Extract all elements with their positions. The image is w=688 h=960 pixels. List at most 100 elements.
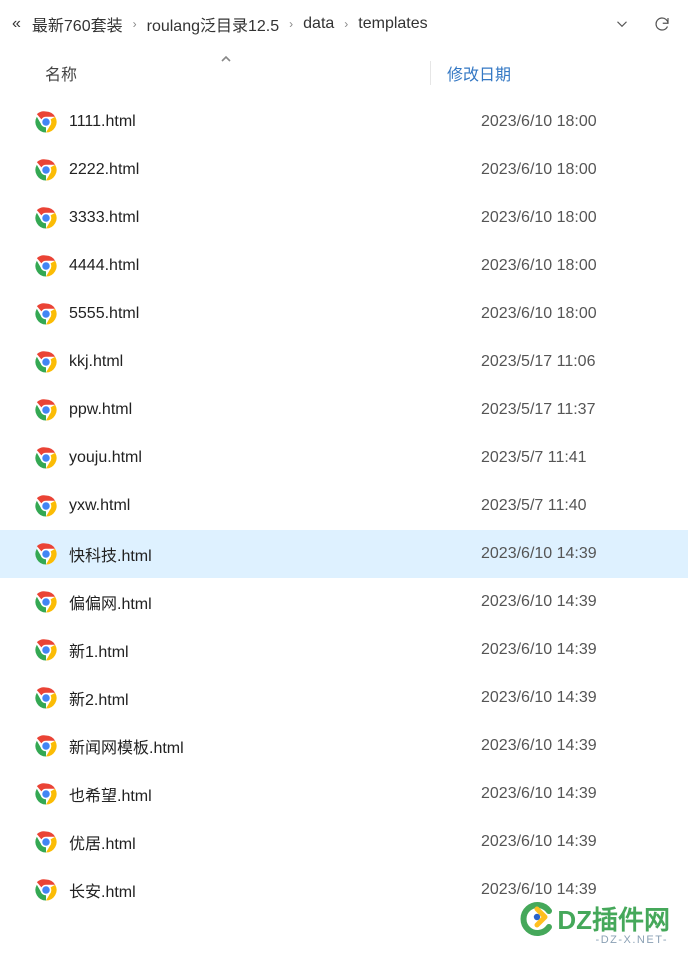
file-row[interactable]: 5555.html 2023/6/10 18:00	[0, 290, 688, 338]
file-date-label: 2023/6/10 14:39	[481, 833, 597, 850]
file-name-label: 快科技.html	[69, 542, 152, 566]
file-name-label: 新2.html	[69, 686, 129, 710]
breadcrumb-item-2[interactable]: data	[303, 15, 334, 33]
file-date-label: 2023/5/7 11:40	[481, 497, 587, 514]
file-date-cell: 2023/6/10 18:00	[465, 161, 688, 179]
file-date-label: 2023/6/10 18:00	[481, 209, 597, 226]
chrome-html-icon	[35, 207, 57, 229]
breadcrumb-item-1[interactable]: roulang泛目录12.5	[147, 12, 280, 36]
file-name-cell: kkj.html	[35, 351, 465, 373]
chrome-html-icon	[35, 687, 57, 709]
breadcrumb-overflow[interactable]: «	[12, 15, 22, 33]
file-name-cell: 3333.html	[35, 207, 465, 229]
file-row[interactable]: kkj.html 2023/5/17 11:06	[0, 338, 688, 386]
chrome-html-icon	[35, 351, 57, 373]
column-header-name[interactable]: 名称	[0, 61, 430, 85]
file-date-label: 2023/6/10 14:39	[481, 785, 597, 802]
file-name-label: 新1.html	[69, 638, 129, 662]
chrome-html-icon	[35, 879, 57, 901]
refresh-icon	[653, 15, 671, 33]
file-row[interactable]: 新1.html 2023/6/10 14:39	[0, 626, 688, 674]
file-name-cell: 新闻网模板.html	[35, 734, 465, 758]
chrome-html-icon	[35, 783, 57, 805]
file-date-cell: 2023/6/10 14:39	[465, 641, 688, 659]
file-name-label: 3333.html	[69, 209, 139, 227]
address-bar: « 最新760套装 › roulang泛目录12.5 › data › temp…	[0, 0, 688, 48]
breadcrumb: « 最新760套装 › roulang泛目录12.5 › data › temp…	[12, 12, 596, 36]
file-row[interactable]: 优居.html 2023/6/10 14:39	[0, 818, 688, 866]
breadcrumb-item-3[interactable]: templates	[358, 15, 427, 33]
file-name-cell: yxw.html	[35, 495, 465, 517]
file-date-label: 2023/6/10 14:39	[481, 881, 597, 898]
chrome-html-icon	[35, 735, 57, 757]
file-name-label: 1111.html	[69, 113, 136, 131]
chrome-html-icon	[35, 255, 57, 277]
column-header-date[interactable]: 修改日期	[430, 61, 688, 85]
chevron-down-icon	[613, 15, 631, 33]
file-row[interactable]: 快科技.html 2023/6/10 14:39	[0, 530, 688, 578]
file-row[interactable]: 1111.html 2023/6/10 18:00	[0, 98, 688, 146]
file-name-cell: 也希望.html	[35, 782, 465, 806]
file-name-cell: 5555.html	[35, 303, 465, 325]
column-header-name-label: 名称	[45, 61, 77, 85]
file-name-label: 新闻网模板.html	[69, 734, 184, 758]
watermark: DZ插件网 -DZ-X.NET-	[519, 900, 670, 946]
file-name-cell: 4444.html	[35, 255, 465, 277]
file-name-cell: 新1.html	[35, 638, 465, 662]
file-name-label: 也希望.html	[69, 782, 152, 806]
history-dropdown-button[interactable]	[608, 10, 636, 38]
file-row[interactable]: 新2.html 2023/6/10 14:39	[0, 674, 688, 722]
file-name-label: 优居.html	[69, 830, 136, 854]
file-name-label: 4444.html	[69, 257, 139, 275]
file-name-label: 偏偏网.html	[69, 590, 152, 614]
file-row[interactable]: yxw.html 2023/5/7 11:40	[0, 482, 688, 530]
file-row[interactable]: youju.html 2023/5/7 11:41	[0, 434, 688, 482]
chrome-html-icon	[35, 447, 57, 469]
chrome-html-icon	[35, 159, 57, 181]
file-date-cell: 2023/6/10 14:39	[465, 737, 688, 755]
file-date-cell: 2023/6/10 14:39	[465, 833, 688, 851]
file-row[interactable]: 新闻网模板.html 2023/6/10 14:39	[0, 722, 688, 770]
file-name-label: 长安.html	[69, 878, 136, 902]
file-name-label: yxw.html	[69, 497, 130, 515]
file-name-cell: 新2.html	[35, 686, 465, 710]
column-header-date-label: 修改日期	[447, 61, 511, 85]
breadcrumb-sep: ›	[133, 17, 137, 31]
file-date-label: 2023/6/10 14:39	[481, 689, 597, 706]
file-list: 1111.html 2023/6/10 18:00 2222.html 2023/6/…	[0, 98, 688, 914]
breadcrumb-item-0[interactable]: 最新760套装	[32, 12, 123, 36]
chevron-up-icon	[220, 53, 232, 65]
file-name-cell: 优居.html	[35, 830, 465, 854]
file-row[interactable]: ppw.html2023/5/17 11:37	[0, 386, 688, 434]
file-row[interactable]: 2222.html 2023/6/10 18:00	[0, 146, 688, 194]
file-name-cell: 偏偏网.html	[35, 590, 465, 614]
sort-indicator	[220, 52, 232, 64]
file-date-cell: 2023/5/17 11:06	[465, 353, 688, 371]
watermark-subtext: -DZ-X.NET-	[596, 934, 670, 946]
breadcrumb-sep: ›	[344, 17, 348, 31]
file-date-label: 2023/6/10 18:00	[481, 305, 597, 322]
watermark-logo-icon	[519, 901, 555, 937]
file-name-cell: 1111.html	[35, 111, 465, 133]
file-date-cell: 2023/6/10 14:39	[465, 545, 688, 563]
file-row[interactable]: 4444.html2023/6/10 18:00	[0, 242, 688, 290]
file-date-cell: 2023/6/10 14:39	[465, 593, 688, 611]
watermark-text: DZ插件网	[557, 900, 670, 937]
file-row[interactable]: 偏偏网.html 2023/6/10 14:39	[0, 578, 688, 626]
file-name-cell: 2222.html	[35, 159, 465, 181]
chrome-html-icon	[35, 831, 57, 853]
file-date-cell: 2023/6/10 18:00	[465, 305, 688, 323]
breadcrumb-sep: ›	[289, 17, 293, 31]
file-row[interactable]: 也希望.html 2023/6/10 14:39	[0, 770, 688, 818]
file-date-label: 2023/5/17 11:06	[481, 353, 595, 370]
file-name-label: 5555.html	[69, 305, 139, 323]
file-date-cell: 2023/6/10 18:00	[465, 113, 688, 131]
chrome-html-icon	[35, 639, 57, 661]
file-date-label: 2023/6/10 18:00	[481, 161, 597, 178]
chrome-html-icon	[35, 111, 57, 133]
file-row[interactable]: 3333.html 2023/6/10 18:00	[0, 194, 688, 242]
refresh-button[interactable]	[648, 10, 676, 38]
file-date-label: 2023/5/7 11:41	[481, 449, 587, 466]
file-name-label: 2222.html	[69, 161, 139, 179]
file-name-cell: youju.html	[35, 447, 465, 469]
